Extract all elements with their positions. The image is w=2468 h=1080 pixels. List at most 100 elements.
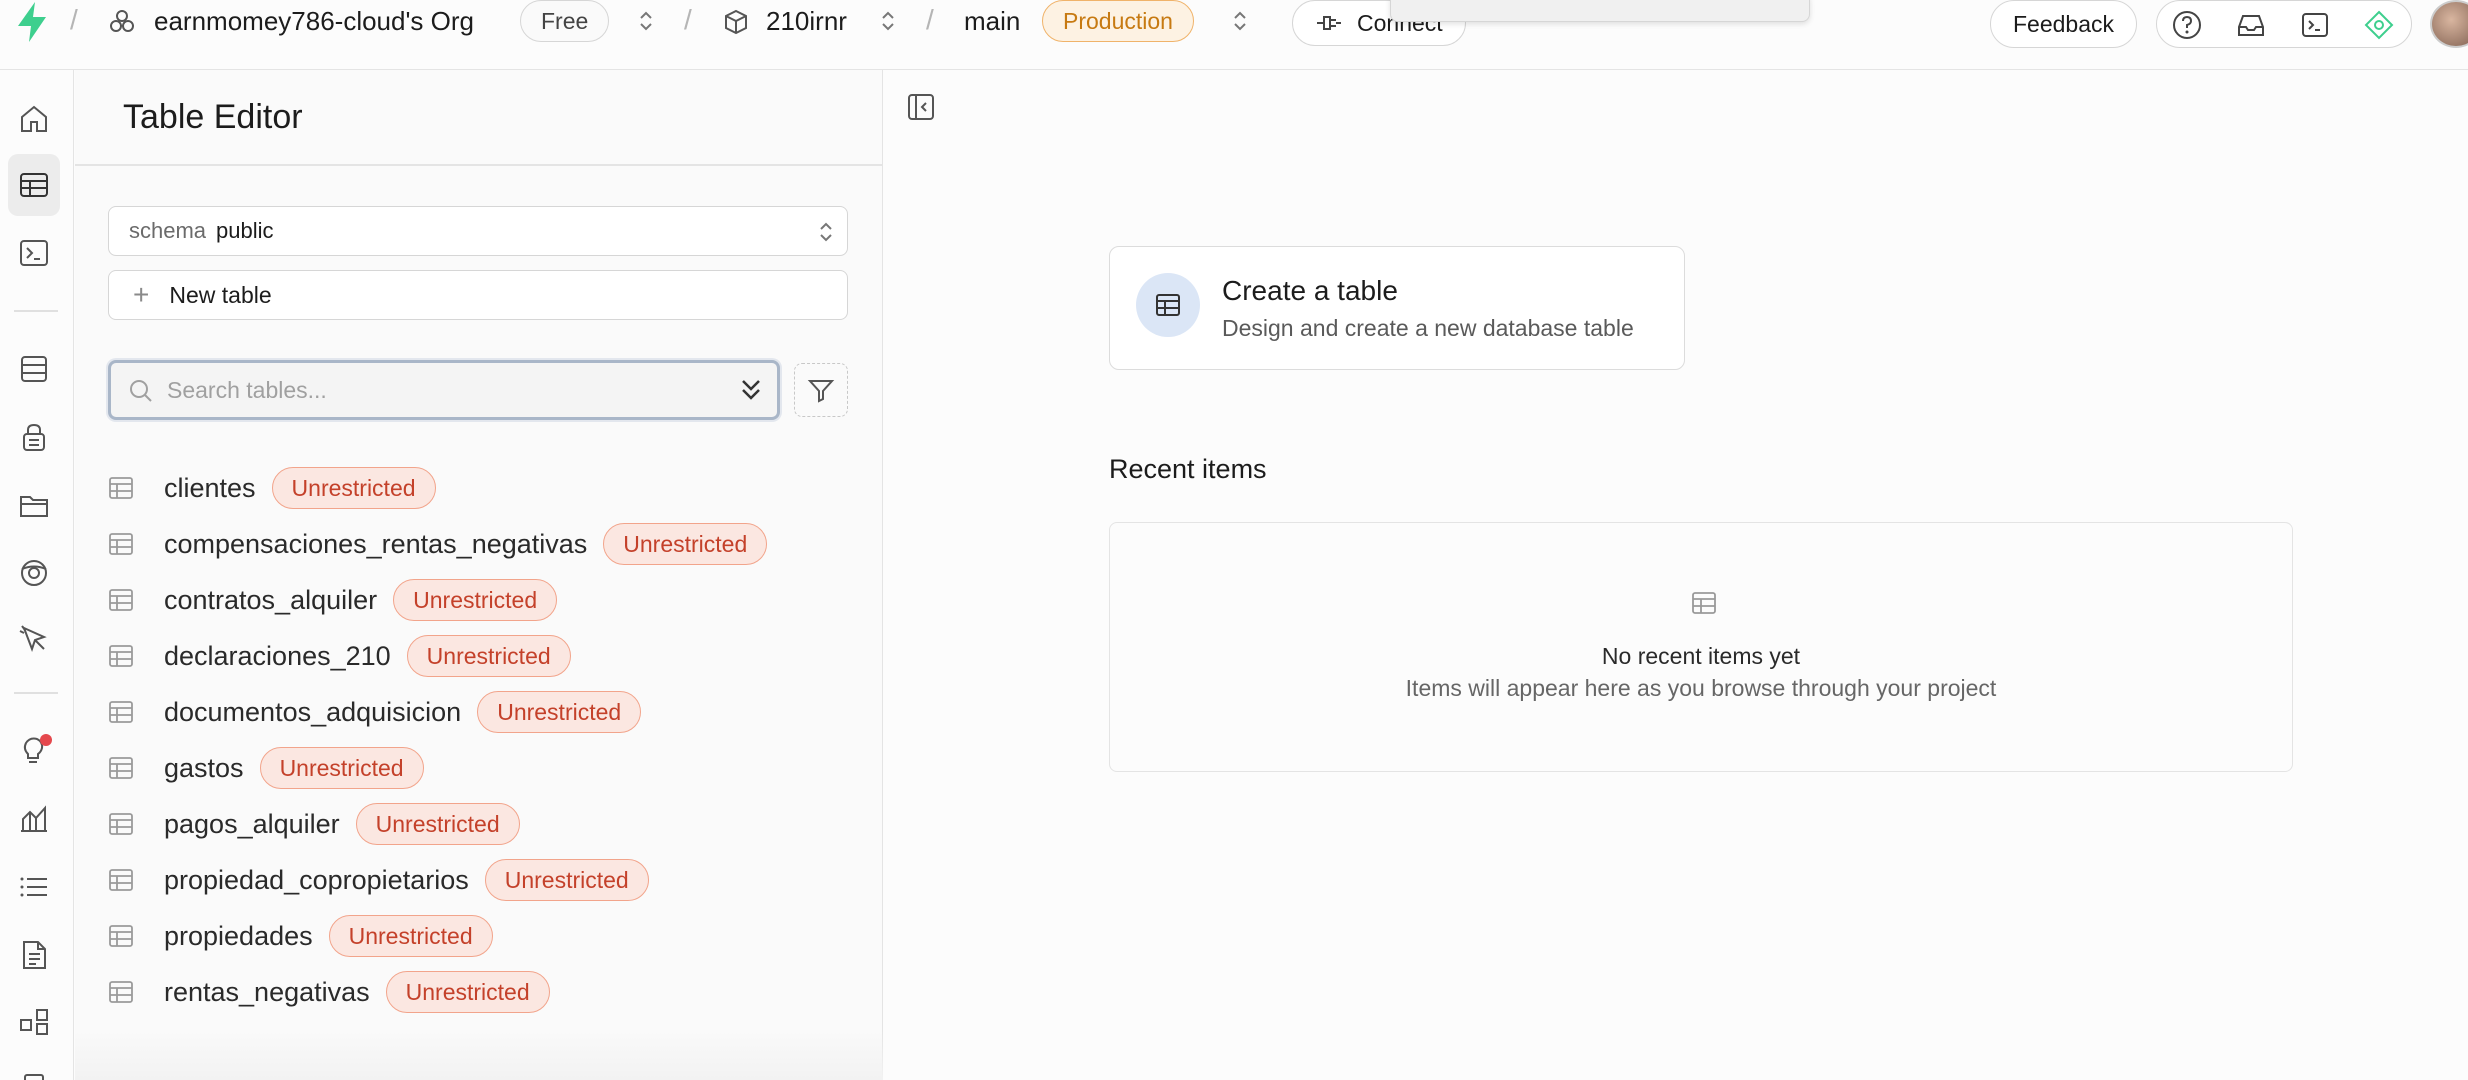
nav-table-editor[interactable] bbox=[8, 154, 60, 216]
table-name: compensaciones_rentas_negativas bbox=[164, 528, 588, 559]
table-icon bbox=[109, 589, 133, 611]
table-name: gastos bbox=[164, 752, 244, 783]
table-icon bbox=[109, 981, 133, 1003]
breadcrumb-separator: / bbox=[70, 4, 78, 35]
nav-settings[interactable] bbox=[8, 1056, 60, 1080]
table-list-item[interactable]: documentos_adquisicion Unrestricted bbox=[108, 686, 642, 738]
terminal-icon[interactable] bbox=[2299, 9, 2331, 41]
nav-edge-functions[interactable] bbox=[8, 608, 60, 670]
unrestricted-badge[interactable]: Unrestricted bbox=[259, 747, 424, 789]
table-list-item[interactable]: declaraciones_210 Unrestricted bbox=[108, 630, 571, 682]
logs-icon bbox=[20, 877, 47, 897]
recent-items-heading: Recent items bbox=[1109, 454, 1267, 484]
main-content: Create a table Design and create a new d… bbox=[884, 70, 2468, 1080]
table-list-item[interactable]: pagos_alquiler Unrestricted bbox=[108, 798, 520, 850]
create-table-title: Create a table bbox=[1222, 275, 1398, 306]
table-icon bbox=[109, 477, 133, 499]
environment-badge: Production bbox=[1042, 0, 1194, 42]
feedback-button[interactable]: Feedback bbox=[1990, 0, 2138, 48]
table-icon bbox=[109, 869, 133, 891]
left-nav-rail bbox=[0, 70, 74, 1080]
double-chevron-down-icon[interactable] bbox=[737, 375, 765, 405]
home-icon bbox=[21, 105, 47, 132]
org-switcher-chevron-icon[interactable] bbox=[636, 8, 656, 34]
feedback-label: Feedback bbox=[2013, 10, 2115, 37]
supabase-logo-icon[interactable] bbox=[12, 0, 52, 44]
rail-separator bbox=[14, 310, 58, 312]
table-icon bbox=[109, 925, 133, 947]
table-list-item[interactable]: propiedades Unrestricted bbox=[108, 910, 493, 962]
breadcrumb-separator: / bbox=[684, 4, 692, 35]
table-name: propiedad_copropietarios bbox=[164, 864, 469, 895]
new-table-button[interactable]: + New table bbox=[108, 270, 848, 320]
branch-name[interactable]: main bbox=[964, 6, 1020, 37]
inbox-icon[interactable] bbox=[2235, 9, 2267, 41]
database-icon bbox=[21, 356, 47, 382]
org-icon bbox=[110, 10, 134, 32]
nav-logs[interactable] bbox=[8, 856, 60, 918]
table-list-item[interactable]: contratos_alquiler Unrestricted bbox=[108, 574, 558, 626]
api-docs-icon bbox=[23, 941, 46, 969]
search-tables-input[interactable] bbox=[167, 373, 707, 407]
help-icon[interactable] bbox=[2171, 9, 2203, 41]
unrestricted-badge[interactable]: Unrestricted bbox=[328, 915, 493, 957]
branch-switcher-chevron-icon[interactable] bbox=[1230, 8, 1250, 34]
storage-icon bbox=[20, 496, 48, 517]
nav-home[interactable] bbox=[8, 88, 60, 150]
plus-icon: + bbox=[133, 279, 150, 310]
user-avatar[interactable] bbox=[2430, 0, 2468, 48]
table-icon bbox=[109, 701, 133, 723]
nav-database[interactable] bbox=[8, 338, 60, 400]
unrestricted-badge[interactable]: Unrestricted bbox=[406, 635, 571, 677]
nav-api-docs[interactable] bbox=[8, 924, 60, 986]
search-tables-box bbox=[108, 360, 780, 420]
unrestricted-badge[interactable]: Unrestricted bbox=[484, 859, 649, 901]
unrestricted-badge[interactable]: Unrestricted bbox=[385, 971, 550, 1013]
schema-select[interactable]: schema public bbox=[108, 206, 848, 256]
schema-select-label: schema bbox=[129, 218, 207, 243]
table-editor-panel: Table Editor schema public + New table c… bbox=[75, 70, 883, 1080]
dropdown-popover-edge bbox=[1390, 0, 1810, 22]
chevron-updown-icon bbox=[820, 222, 832, 242]
table-list-item[interactable]: clientes Unrestricted bbox=[108, 462, 436, 514]
table-name: contratos_alquiler bbox=[164, 584, 378, 615]
table-name: propiedades bbox=[164, 920, 313, 951]
unrestricted-badge[interactable]: Unrestricted bbox=[271, 467, 436, 509]
table-name: clientes bbox=[164, 472, 256, 503]
project-name[interactable]: 210irnr bbox=[766, 6, 847, 37]
integrations-icon bbox=[20, 1009, 48, 1035]
create-table-icon-circle bbox=[1136, 273, 1200, 337]
project-switcher-chevron-icon[interactable] bbox=[878, 8, 898, 34]
unrestricted-badge[interactable]: Unrestricted bbox=[477, 691, 642, 733]
nav-storage[interactable] bbox=[8, 474, 60, 536]
recent-empty-title: No recent items yet bbox=[1601, 643, 1801, 669]
nav-authentication[interactable] bbox=[8, 406, 60, 468]
project-box-icon bbox=[725, 9, 747, 35]
create-table-card[interactable]: Create a table Design and create a new d… bbox=[1109, 246, 1685, 370]
table-list-item[interactable]: gastos Unrestricted bbox=[108, 742, 424, 794]
nav-sql-editor[interactable] bbox=[8, 222, 60, 284]
table-list-item[interactable]: propiedad_copropietarios Unrestricted bbox=[108, 854, 649, 906]
table-name: documentos_adquisicion bbox=[164, 696, 462, 727]
nav-advisors[interactable] bbox=[8, 720, 60, 782]
org-name[interactable]: earnmomey786-cloud's Org bbox=[154, 6, 474, 37]
settings-icon bbox=[24, 1074, 44, 1080]
filter-button[interactable] bbox=[794, 363, 848, 417]
table-name: declaraciones_210 bbox=[164, 640, 391, 671]
unrestricted-badge[interactable]: Unrestricted bbox=[603, 523, 768, 565]
reports-icon bbox=[21, 805, 47, 832]
auth-icon bbox=[23, 423, 45, 451]
edge-functions-icon bbox=[19, 625, 47, 652]
table-list-item[interactable]: rentas_negativas Unrestricted bbox=[108, 966, 550, 1018]
advisor-diamond-icon[interactable] bbox=[2363, 9, 2395, 41]
nav-integrations[interactable] bbox=[8, 990, 60, 1052]
notification-dot bbox=[40, 734, 52, 746]
table-list-item[interactable]: compensaciones_rentas_negativas Unrestric… bbox=[108, 518, 768, 570]
nav-reports[interactable] bbox=[8, 788, 60, 850]
toolbar-icon-group bbox=[2156, 0, 2412, 48]
unrestricted-badge[interactable]: Unrestricted bbox=[393, 579, 558, 621]
unrestricted-badge[interactable]: Unrestricted bbox=[355, 803, 520, 845]
nav-realtime[interactable] bbox=[8, 542, 60, 604]
collapse-sidebar-icon[interactable] bbox=[906, 92, 936, 122]
rail-separator bbox=[14, 692, 58, 694]
